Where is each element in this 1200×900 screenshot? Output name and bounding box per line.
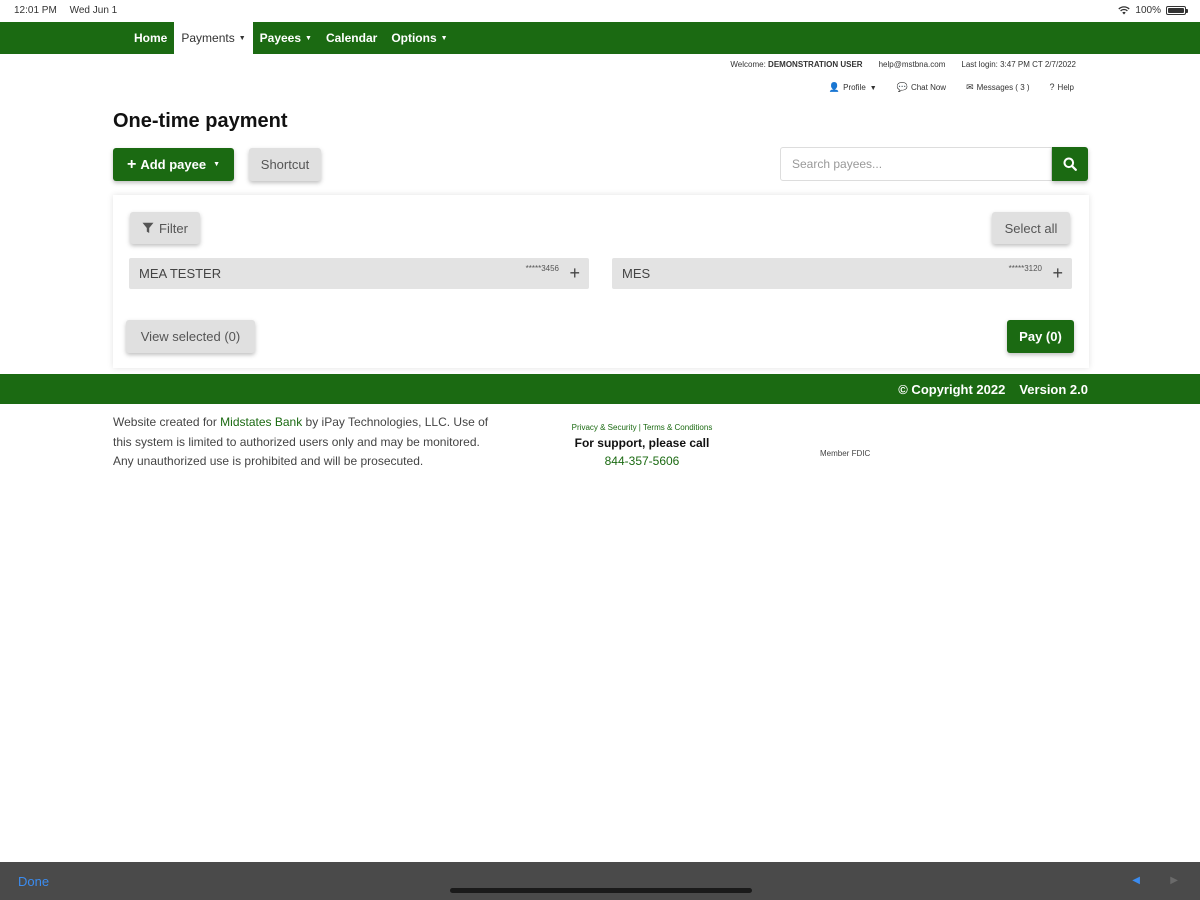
payee-name: MEA TESTER bbox=[139, 266, 222, 281]
copyright: © Copyright 2022 Version 2.0 bbox=[898, 382, 1088, 397]
support-phone[interactable]: 844-357-5606 bbox=[540, 454, 744, 468]
nav-item-options[interactable]: Options ▼ bbox=[384, 22, 454, 54]
status-right: 100% bbox=[1118, 5, 1188, 16]
wifi-icon bbox=[1118, 6, 1131, 15]
search-button[interactable] bbox=[1052, 147, 1088, 181]
help-label: Help bbox=[1057, 83, 1074, 92]
envelope-icon: ✉ bbox=[966, 82, 974, 92]
browser-bottom-bar: Done ◀ ▶ bbox=[0, 862, 1200, 900]
forward-arrow-icon[interactable]: ▶ bbox=[1170, 875, 1178, 886]
member-fdic: Member FDIC bbox=[820, 449, 871, 458]
profile-label: Profile bbox=[843, 83, 866, 92]
user-icon: 👤 bbox=[828, 82, 841, 92]
help-link[interactable]: ? Help bbox=[1050, 82, 1074, 93]
support-email[interactable]: help@mstbna.com bbox=[879, 60, 946, 69]
user-name: DEMONSTRATION USER bbox=[768, 60, 863, 69]
payee-row[interactable]: MES *****3120 + bbox=[612, 258, 1072, 289]
policy-links: Privacy & Security | Terms & Conditions bbox=[571, 423, 713, 432]
support-info: Privacy & Security | Terms & Conditions … bbox=[540, 423, 744, 468]
caret-down-icon: ▼ bbox=[238, 34, 246, 42]
help-icon: ? bbox=[1049, 82, 1055, 92]
nav-item-calendar[interactable]: Calendar bbox=[319, 22, 384, 54]
chat-icon: 💬 bbox=[896, 82, 908, 92]
nav-label: Calendar bbox=[325, 31, 378, 45]
page-title: One-time payment bbox=[113, 110, 288, 132]
nav-item-payments[interactable]: Payments ▼ bbox=[174, 22, 253, 54]
plus-icon[interactable]: + bbox=[1052, 263, 1063, 284]
copyright-text: © Copyright 2022 bbox=[898, 382, 1006, 397]
status-left: 12:01 PM Wed Jun 1 bbox=[14, 5, 127, 16]
battery-icon bbox=[1166, 6, 1188, 15]
legal-notice: Website created for Midstates Bank by iP… bbox=[113, 413, 503, 472]
nav-label: Payees bbox=[259, 31, 302, 45]
view-selected-button[interactable]: View selected (0) bbox=[126, 320, 255, 353]
caret-down-icon: ▼ bbox=[869, 85, 877, 92]
messages-label: Messages ( 3 ) bbox=[976, 83, 1030, 92]
nav-label: Payments bbox=[181, 31, 235, 45]
profile-link[interactable]: 👤 Profile ▼ bbox=[829, 82, 877, 93]
nav-item-home[interactable]: Home bbox=[127, 22, 174, 54]
nav-label: Home bbox=[134, 31, 168, 45]
payee-account: *****3120 bbox=[1008, 264, 1042, 273]
search-icon bbox=[1063, 157, 1077, 171]
terms-link[interactable]: Terms & Conditions bbox=[643, 423, 712, 432]
nav-items: Home Payments ▼ Payees ▼ Calendar Options ▼ bbox=[127, 22, 455, 54]
chat-label: Chat Now bbox=[910, 83, 947, 92]
welcome-label: Welcome: bbox=[730, 60, 766, 69]
pay-button[interactable]: Pay (0) bbox=[1007, 320, 1074, 353]
add-payee-label: Add payee bbox=[140, 157, 207, 172]
last-login: Last login: 3:47 PM CT 2/7/2022 bbox=[961, 60, 1076, 69]
version-text: Version 2.0 bbox=[1019, 382, 1088, 397]
payee-name: MES bbox=[622, 266, 651, 281]
home-indicator bbox=[450, 888, 752, 893]
privacy-link[interactable]: Privacy & Security bbox=[572, 423, 637, 432]
messages-link[interactable]: ✉ Messages ( 3 ) bbox=[966, 82, 1029, 93]
caret-down-icon: ▼ bbox=[305, 34, 312, 42]
nav-item-payees[interactable]: Payees ▼ bbox=[253, 22, 319, 54]
done-button[interactable]: Done bbox=[18, 874, 49, 889]
shortcut-button[interactable]: Shortcut bbox=[249, 148, 321, 181]
welcome-text: Welcome: DEMONSTRATION USER bbox=[730, 60, 862, 69]
bank-link[interactable]: Midstates Bank bbox=[220, 415, 302, 429]
notice-prefix: Website created for bbox=[113, 415, 221, 429]
plus-icon[interactable]: + bbox=[569, 263, 580, 284]
select-all-button[interactable]: Select all bbox=[992, 212, 1070, 244]
chat-now-link[interactable]: 💬 Chat Now bbox=[897, 82, 946, 93]
status-time: 12:01 PM bbox=[14, 5, 57, 16]
status-date: Wed Jun 1 bbox=[69, 5, 118, 16]
main-navbar: Home Payments ▼ Payees ▼ Calendar Options ▼ bbox=[0, 22, 1200, 54]
header-links: 👤 Profile ▼ 💬 Chat Now ✉ Messages ( 3 ) ? Hel… bbox=[829, 82, 1074, 93]
back-arrow-icon[interactable]: ◀ bbox=[1132, 875, 1140, 886]
caret-down-icon: ▼ bbox=[440, 34, 448, 42]
header-info: Welcome: DEMONSTRATION USER help@mstbna.… bbox=[730, 60, 1076, 69]
ios-status-bar: 12:01 PM Wed Jun 1 100% bbox=[0, 0, 1200, 22]
support-text: For support, please call bbox=[574, 436, 710, 450]
footer-bar: © Copyright 2022 Version 2.0 bbox=[0, 374, 1200, 404]
caret-down-icon: ▼ bbox=[213, 161, 221, 168]
add-payee-button[interactable]: + Add payee ▼ bbox=[113, 148, 234, 181]
filter-button[interactable]: Filter bbox=[130, 212, 200, 244]
nav-label: Options bbox=[391, 31, 437, 45]
payee-row[interactable]: MEA TESTER *****3456 + bbox=[129, 258, 589, 289]
battery-percent: 100% bbox=[1135, 5, 1161, 16]
filter-label: Filter bbox=[159, 220, 188, 236]
plus-icon: + bbox=[126, 155, 137, 173]
search-payees-input[interactable] bbox=[780, 147, 1052, 181]
payee-account: *****3456 bbox=[525, 264, 559, 273]
filter-icon bbox=[142, 222, 154, 233]
